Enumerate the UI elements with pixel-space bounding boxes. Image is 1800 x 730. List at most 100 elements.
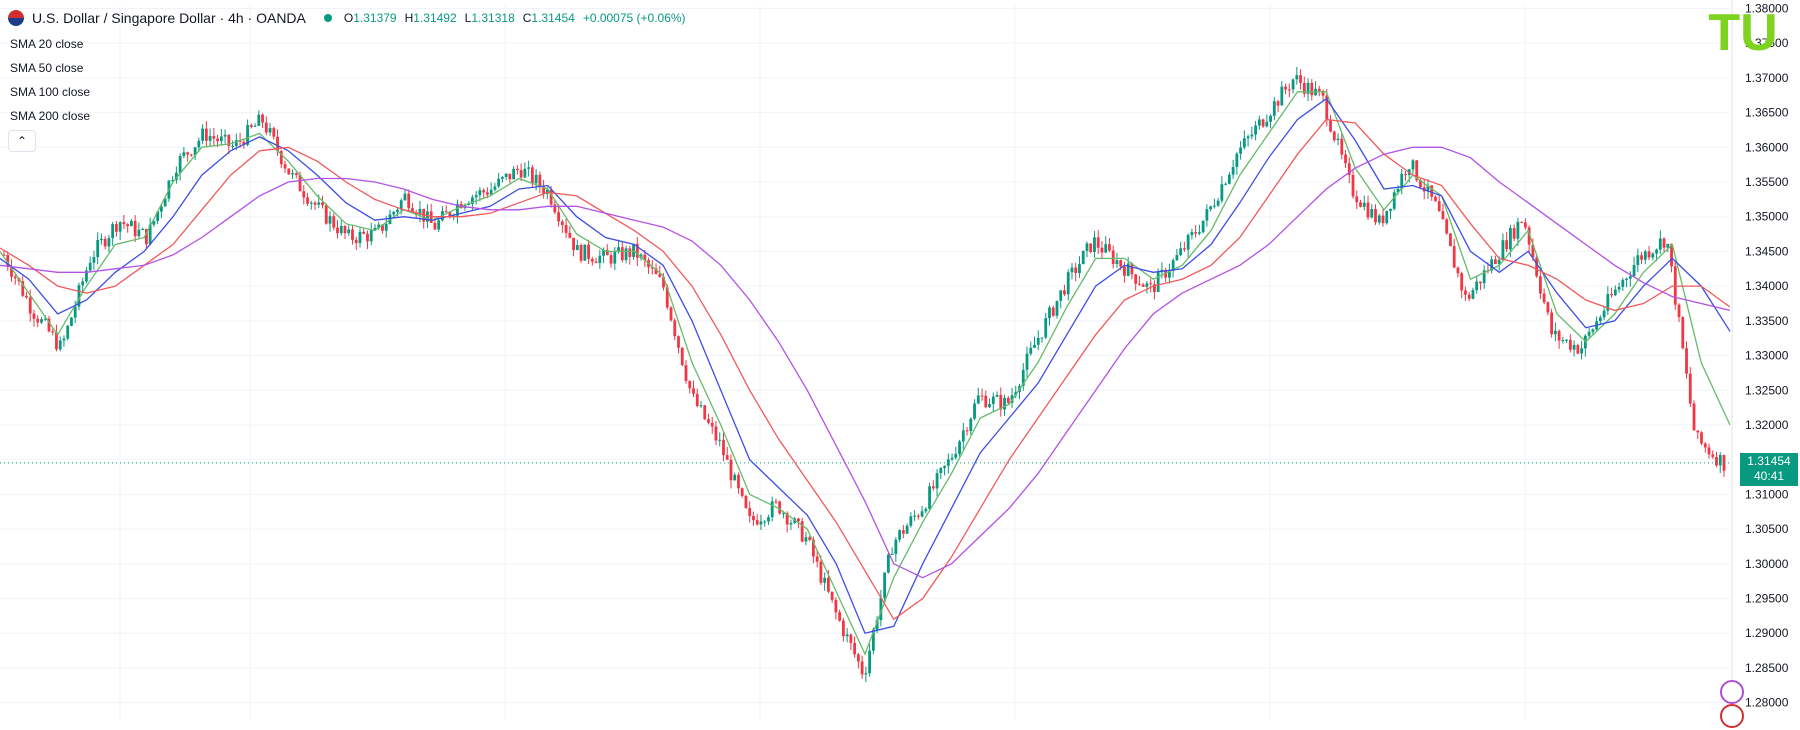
candle-body	[1366, 202, 1370, 218]
candle-body	[1186, 235, 1190, 250]
candle-body	[1051, 307, 1055, 316]
candle-body	[594, 261, 598, 264]
candle-body	[1093, 237, 1096, 253]
candle-body	[1336, 138, 1340, 141]
candle-body	[1025, 353, 1029, 370]
candle-body	[25, 295, 28, 298]
candle-body	[1377, 215, 1381, 223]
candle-body	[909, 516, 913, 526]
tu-logo: TU	[1708, 8, 1777, 56]
candle-body	[1385, 210, 1389, 224]
candle-body	[1685, 348, 1688, 374]
candle-body	[1220, 184, 1224, 201]
price-chart[interactable]: 1.28000 1.28500 1.29000 1.29500 1.30000 1.305…	[0, 0, 1800, 725]
candle-body	[759, 521, 763, 525]
candle-body	[313, 202, 317, 205]
candle-body	[28, 297, 32, 314]
collapse-indicators-button[interactable]: ⌃	[8, 130, 36, 152]
flag-event-icon[interactable]	[1720, 704, 1744, 728]
candle-body	[249, 125, 253, 127]
candle-body	[482, 190, 486, 193]
candle-body	[845, 634, 849, 637]
y-tick-label: 1.35500	[1745, 175, 1789, 189]
candle-body	[268, 128, 272, 133]
candle-body	[703, 405, 707, 420]
candle-body	[264, 122, 268, 133]
candle-body	[1617, 286, 1621, 290]
indicator-sma-50[interactable]: SMA 50 close	[10, 61, 83, 75]
candle-body	[1224, 183, 1228, 185]
candle-body	[130, 221, 133, 227]
candle-body	[1123, 266, 1126, 276]
candle-body	[1006, 397, 1010, 403]
indicator-sma-200[interactable]: SMA 200 close	[10, 109, 90, 123]
candle-body	[437, 220, 441, 230]
candle-body	[931, 486, 935, 489]
candle-body	[534, 174, 538, 184]
candle-body	[1059, 290, 1063, 301]
candle-body	[261, 114, 264, 123]
candle-body	[883, 572, 887, 598]
candle-body	[493, 186, 497, 190]
candle-body	[1591, 329, 1595, 332]
candle-body	[954, 453, 958, 458]
candle-body	[1621, 279, 1625, 287]
candle-body	[407, 193, 411, 209]
candle-body	[1329, 120, 1332, 132]
candle-body	[1194, 232, 1198, 234]
candle-body	[332, 216, 336, 228]
candle-body	[965, 430, 969, 432]
candle-body	[1209, 206, 1213, 210]
candle-body	[1655, 249, 1658, 254]
candle-body	[1048, 307, 1051, 319]
candle-body	[1494, 259, 1497, 264]
indicator-sma-100[interactable]: SMA 100 close	[10, 85, 90, 99]
candle-body	[1287, 89, 1291, 91]
candle-body	[366, 233, 369, 242]
candle-body	[1205, 209, 1209, 221]
candle-body	[253, 125, 257, 127]
candle-body	[1182, 248, 1186, 250]
candle-body	[1479, 281, 1482, 284]
candle-body	[141, 228, 145, 230]
candle-body	[197, 140, 201, 148]
candle-body	[856, 654, 860, 662]
candle-body	[733, 474, 737, 481]
indicator-sma-20[interactable]: SMA 20 close	[10, 37, 83, 51]
candle-body	[560, 221, 564, 225]
y-tick-label: 1.28000	[1745, 696, 1789, 710]
candle-body	[1520, 221, 1524, 223]
candle-body	[969, 418, 973, 432]
candle-body	[1437, 201, 1441, 212]
candle-body	[1340, 138, 1344, 155]
candle-body	[973, 403, 976, 419]
candle-body	[613, 251, 617, 264]
candle-body	[575, 245, 579, 251]
low-value: 1.31318	[471, 11, 515, 25]
candle-body	[1089, 243, 1093, 253]
candle-body	[1156, 272, 1160, 292]
candle-body	[1115, 260, 1119, 264]
candle-body	[1505, 240, 1509, 250]
candle-body	[216, 138, 219, 142]
candle-body	[1175, 255, 1179, 261]
candle-body	[1134, 274, 1138, 284]
chart-area[interactable]: 1.28000 1.28500 1.29000 1.29500 1.30000 1.305…	[0, 0, 1800, 725]
candle-body	[1295, 75, 1299, 80]
candle-body	[1613, 289, 1617, 296]
candle-body	[1643, 251, 1647, 260]
candle-body	[1392, 192, 1396, 209]
candle-body	[111, 224, 115, 239]
candle-body	[1104, 244, 1108, 253]
candle-body	[182, 152, 186, 157]
market-open-dot-icon	[323, 14, 332, 22]
candle-body	[512, 168, 516, 180]
sma-50-line	[0, 97, 1731, 634]
y-tick-label: 1.30000	[1745, 557, 1789, 571]
candle-body	[96, 240, 100, 258]
lightning-icon[interactable]	[1720, 680, 1744, 704]
symbol-title[interactable]: U.S. Dollar / Singapore Dollar · 4h · OA…	[32, 10, 306, 26]
candle-body	[1040, 337, 1044, 339]
candle-body	[935, 473, 939, 489]
candle-body	[1044, 318, 1048, 338]
